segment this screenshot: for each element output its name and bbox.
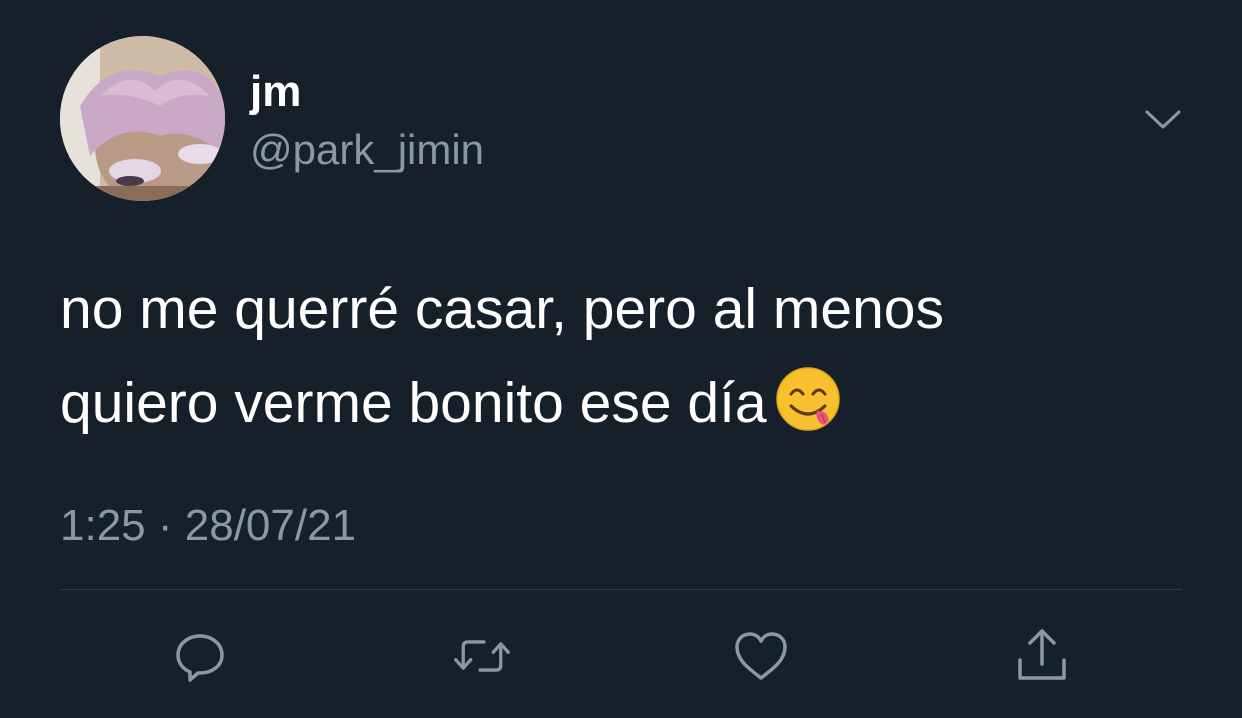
- chevron-down-icon: [1145, 110, 1181, 129]
- tweet-text: no me querré casar, pero al menos quiero…: [60, 262, 1180, 450]
- like-button[interactable]: [731, 626, 791, 686]
- author-display-name[interactable]: jm: [250, 66, 301, 118]
- tweet-time: 1:25: [60, 501, 146, 550]
- profile-photo: [60, 36, 225, 201]
- meta-separator: ·: [157, 501, 173, 550]
- retweet-button[interactable]: [452, 626, 512, 686]
- reply-button[interactable]: [170, 626, 230, 686]
- tweet-date: 28/07/21: [184, 501, 357, 550]
- divider: [60, 589, 1182, 590]
- reply-icon: [176, 634, 224, 682]
- author-handle[interactable]: @park_jimin: [250, 124, 484, 176]
- face-savoring-food-emoji: [775, 366, 841, 432]
- heart-icon: [735, 632, 787, 680]
- avatar[interactable]: [60, 36, 225, 201]
- share-button[interactable]: [1012, 626, 1072, 686]
- share-icon: [1018, 629, 1066, 680]
- more-options-button[interactable]: [1140, 100, 1186, 140]
- tweet-timestamp[interactable]: 1:25 · 28/07/21: [60, 500, 356, 552]
- retweet-icon: [454, 640, 510, 672]
